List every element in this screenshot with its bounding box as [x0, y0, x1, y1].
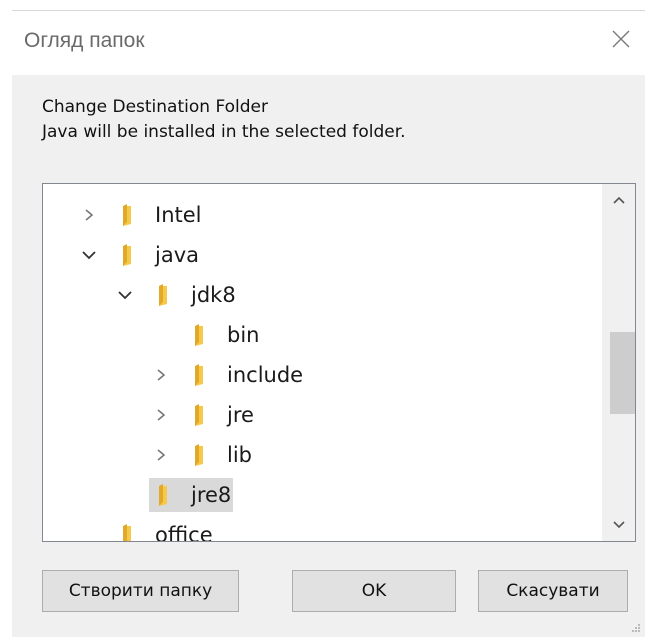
- tree-item-lib[interactable]: lib: [151, 438, 254, 472]
- tree-item-label: jre: [227, 403, 254, 427]
- scroll-up-button[interactable]: [602, 184, 635, 218]
- tree-item-office[interactable]: office: [79, 518, 215, 542]
- folder-tree-items: Intel java jdk8 bin include jre lib jre8 office: [43, 184, 603, 541]
- folder-icon-wrap: office: [113, 518, 215, 542]
- folder-icon: [117, 202, 141, 228]
- tree-item-label: lib: [227, 443, 252, 467]
- folder-icon: [153, 282, 177, 308]
- folder-icon-wrap: java: [113, 238, 201, 272]
- resize-grip-icon[interactable]: [631, 623, 641, 633]
- tree-item-include[interactable]: include: [151, 358, 305, 392]
- folder-icon-wrap: jre: [185, 398, 256, 432]
- tree-item-label: java: [155, 243, 199, 267]
- folder-icon: [189, 362, 213, 388]
- description: Change Destination Folder Java will be i…: [42, 95, 406, 145]
- ok-button[interactable]: OK: [292, 570, 456, 612]
- scrollbar-thumb[interactable]: [610, 332, 635, 414]
- tree-item-label: jre8: [189, 478, 234, 512]
- chevron-down-icon[interactable]: [79, 245, 99, 265]
- new-folder-button[interactable]: Створити папку: [42, 570, 239, 612]
- tree-item-jdk8[interactable]: jdk8: [115, 278, 238, 312]
- tree-item-bin[interactable]: bin: [151, 318, 261, 352]
- chevron-right-icon[interactable]: [151, 405, 171, 425]
- folder-icon-wrap: jdk8: [149, 278, 238, 312]
- close-icon: [612, 30, 630, 48]
- tree-item-jre[interactable]: jre: [151, 398, 256, 432]
- scroll-down-button[interactable]: [602, 507, 635, 541]
- tree-item-label: jdk8: [191, 283, 236, 307]
- folder-icon-wrap: Intel: [113, 198, 204, 232]
- folder-tree[interactable]: Intel java jdk8 bin include jre lib jre8 office: [42, 183, 636, 542]
- chevron-down-icon[interactable]: [115, 285, 135, 305]
- tree-item-label: Intel: [155, 203, 202, 227]
- browse-folders-dialog: Огляд папок Change Destination Folder Ja…: [12, 10, 645, 637]
- chevron-right-icon[interactable]: [79, 205, 99, 225]
- folder-icon: [153, 482, 177, 508]
- description-heading: Change Destination Folder: [42, 97, 268, 117]
- cancel-button[interactable]: Скасувати: [478, 570, 628, 612]
- tree-item-label: include: [227, 363, 304, 387]
- tree-item-java[interactable]: java: [79, 238, 201, 272]
- vertical-scrollbar[interactable]: [602, 184, 635, 541]
- chevron-up-icon: [612, 196, 625, 204]
- description-text: Java will be installed in the selected f…: [42, 122, 406, 142]
- tree-item-jre8[interactable]: jre8: [115, 478, 234, 512]
- tree-item-label: office: [155, 523, 213, 542]
- folder-icon: [117, 522, 141, 541]
- folder-icon-wrap: include: [185, 358, 305, 392]
- tree-item-label: bin: [227, 323, 260, 347]
- tree-item-intel[interactable]: Intel: [79, 198, 204, 232]
- chevron-right-icon[interactable]: [151, 365, 171, 385]
- folder-icon: [117, 242, 141, 268]
- chevron-right-icon[interactable]: [151, 445, 171, 465]
- window-title: Огляд папок: [24, 29, 145, 52]
- folder-icon: [189, 442, 213, 468]
- folder-icon-wrap: lib: [185, 438, 254, 472]
- chevron-down-icon: [612, 521, 625, 529]
- close-button[interactable]: [603, 21, 639, 57]
- folder-icon: [189, 322, 213, 348]
- folder-icon-wrap: bin: [185, 318, 261, 352]
- folder-icon: [189, 402, 213, 428]
- title-bar: Огляд папок: [12, 10, 645, 75]
- folder-icon-wrap: jre8: [149, 478, 234, 512]
